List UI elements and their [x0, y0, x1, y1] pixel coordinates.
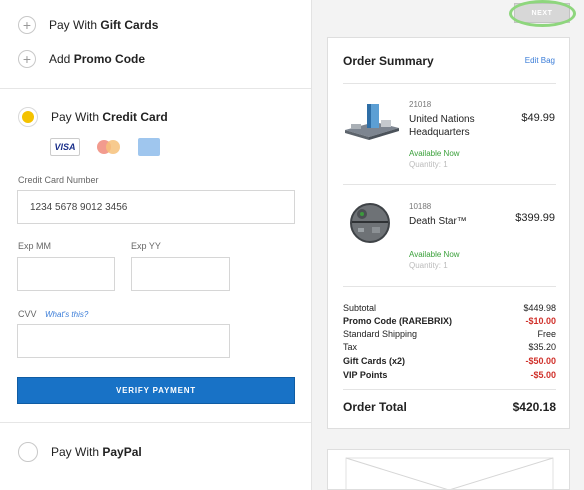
promo-code-toggle[interactable]: + Add Promo Code	[18, 50, 145, 68]
divider	[0, 422, 311, 423]
gift-cards-toggle[interactable]: + Pay With Gift Cards	[18, 16, 158, 34]
exp-yy-label: Exp YY	[131, 241, 161, 251]
card-number-input[interactable]: 1234 5678 9012 3456	[17, 190, 295, 224]
radio-unselected-icon[interactable]	[18, 442, 38, 462]
divider	[343, 83, 556, 84]
envelope-icon	[345, 457, 554, 489]
item-price: $399.99	[515, 212, 555, 224]
order-summary-title: Order Summary	[343, 54, 434, 68]
card-number-label: Credit Card Number	[18, 175, 99, 185]
visa-icon: VISA	[50, 138, 80, 156]
vip-points-row: VIP Points -$5.00	[343, 370, 556, 380]
cvv-label: CVV	[18, 309, 37, 319]
tax-row: Tax $35.20	[343, 342, 556, 352]
promo-code-label: Add Promo Code	[49, 52, 146, 66]
verify-payment-button[interactable]: VERIFY PAYMENT	[17, 377, 295, 404]
item-number: 21018	[409, 100, 432, 109]
plus-icon: +	[18, 16, 36, 34]
availability-status: Available Now	[409, 250, 460, 259]
item-quantity: Quantity: 1	[409, 160, 448, 169]
payment-panel: + Pay With Gift Cards + Add Promo Code P…	[0, 0, 312, 490]
subtotal-row: Subtotal $449.98	[343, 303, 556, 313]
card-brands: VISA	[50, 138, 160, 156]
availability-status: Available Now	[409, 149, 460, 158]
exp-yy-input[interactable]	[131, 257, 230, 291]
radio-selected-icon[interactable]	[18, 107, 38, 127]
envelope-card	[327, 449, 570, 490]
paypal-option[interactable]: Pay With PayPal	[18, 442, 142, 462]
item-price: $49.99	[521, 112, 555, 124]
divider	[343, 184, 556, 185]
item-name[interactable]: Death Star™	[409, 215, 499, 228]
cvv-input[interactable]	[17, 324, 230, 358]
exp-mm-label: Exp MM	[18, 241, 52, 251]
edit-bag-link[interactable]: Edit Bag	[525, 56, 555, 65]
gift-cards-row: Gift Cards (x2) -$50.00	[343, 356, 556, 366]
item-quantity: Quantity: 1	[409, 261, 448, 270]
death-star-image	[350, 203, 390, 243]
item-name[interactable]: United Nations Headquarters	[409, 113, 499, 139]
un-headquarters-image	[345, 104, 399, 140]
exp-mm-input[interactable]	[17, 257, 115, 291]
promo-code-row: Promo Code (RAREBRIX) -$10.00	[343, 316, 556, 326]
order-total-row: Order Total $420.18	[343, 400, 556, 414]
order-summary-card: Order Summary Edit Bag 21018 United Nati…	[327, 37, 570, 429]
highlight-ring	[509, 0, 576, 27]
whats-this-link[interactable]: What's this?	[45, 310, 88, 319]
plus-icon: +	[18, 50, 36, 68]
divider	[343, 286, 556, 287]
amex-icon	[138, 138, 160, 156]
order-total-label: Order Total	[343, 400, 407, 414]
paypal-label: Pay With PayPal	[51, 445, 142, 459]
order-total-value: $420.18	[512, 400, 556, 414]
gift-cards-label: Pay With Gift Cards	[49, 18, 159, 32]
mastercard-icon	[94, 138, 124, 156]
credit-card-option[interactable]: Pay With Credit Card	[18, 107, 168, 127]
item-number: 10188	[409, 202, 432, 211]
divider	[0, 88, 311, 89]
credit-card-label: Pay With Credit Card	[51, 110, 168, 124]
shipping-row: Standard Shipping Free	[343, 329, 556, 339]
divider	[343, 389, 556, 390]
